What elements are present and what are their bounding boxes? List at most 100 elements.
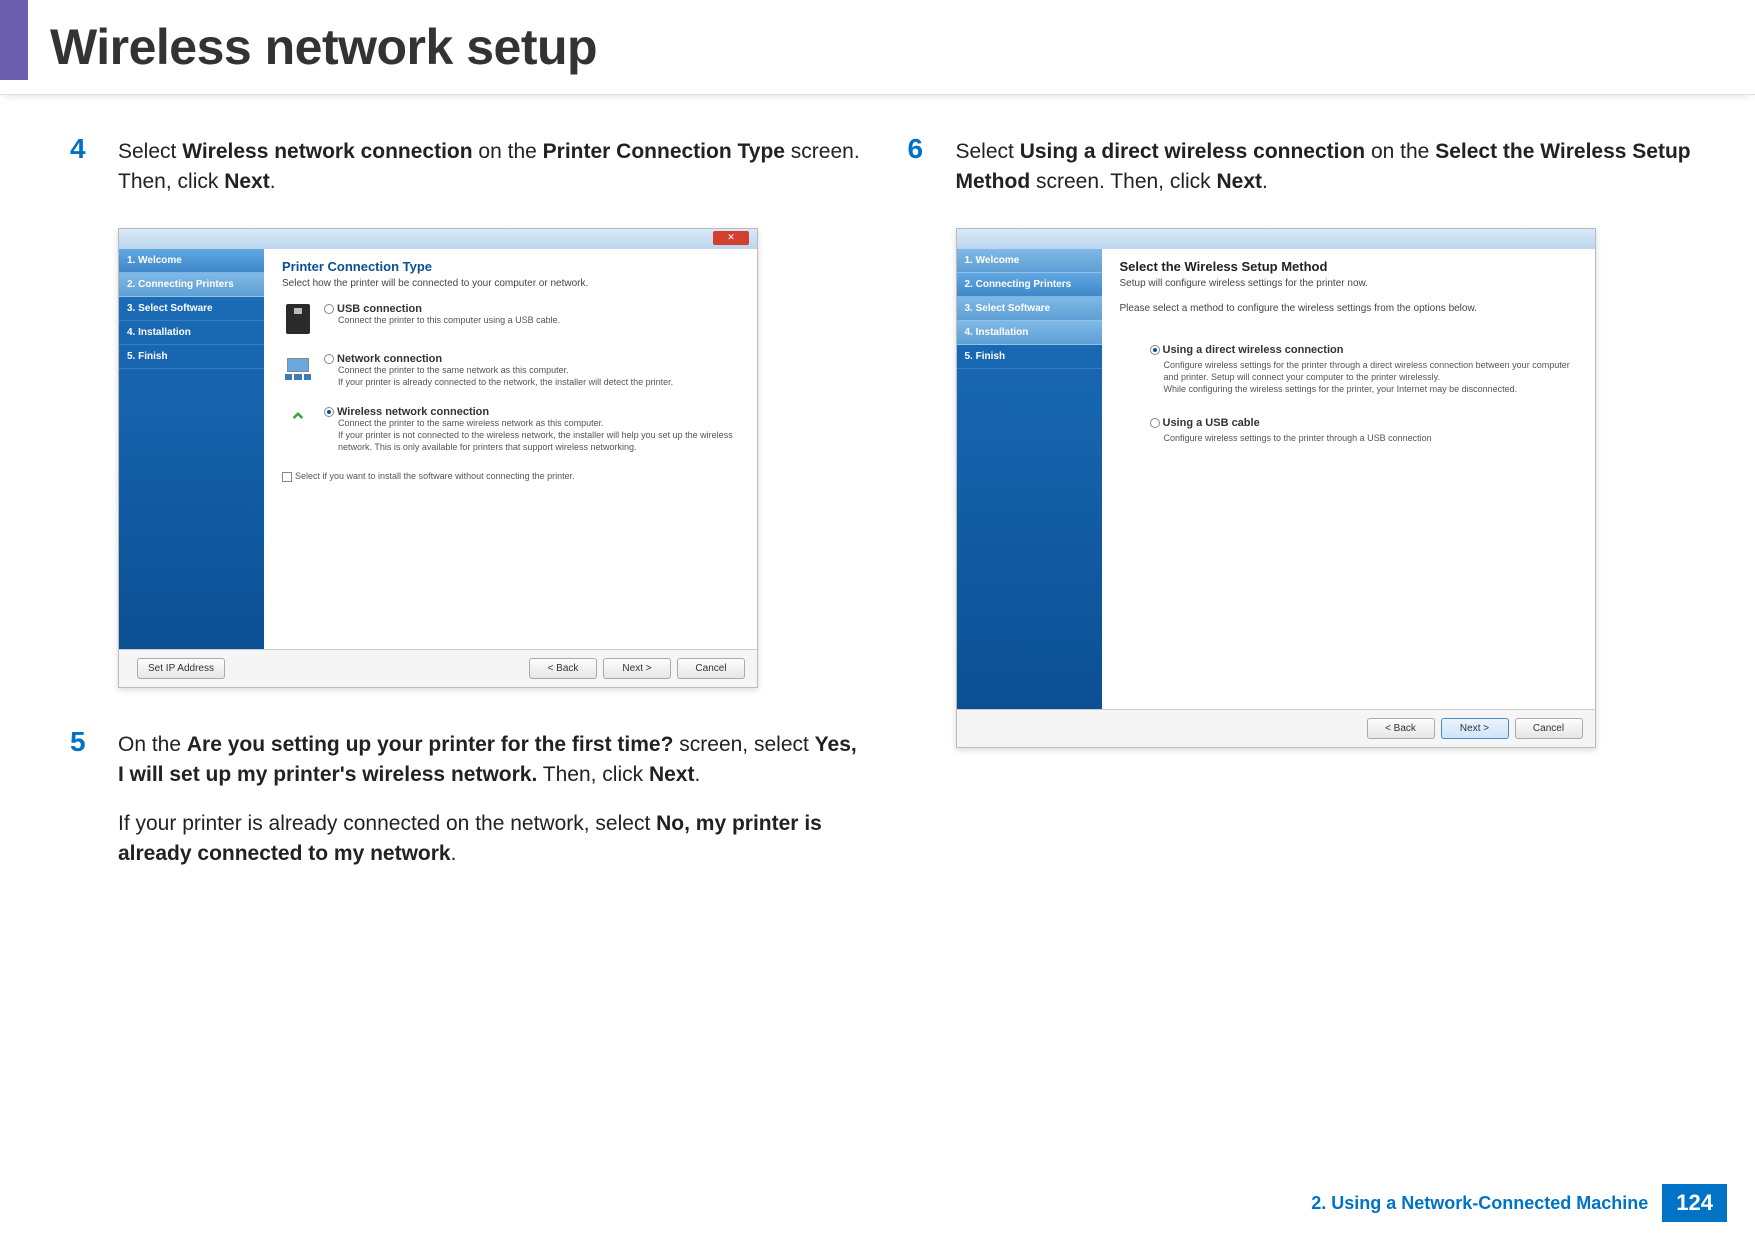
text: If your printer is already connected on … <box>118 812 656 835</box>
option-network-desc: Connect the printer to the same network … <box>324 365 739 388</box>
sidebar-item-connecting: 2. Connecting Printers <box>119 273 264 297</box>
option-direct-title: Using a direct wireless connection <box>1163 344 1344 356</box>
network-icon <box>282 353 314 385</box>
dialog-footer: Set IP Address < Back Next > Cancel <box>119 649 757 687</box>
dialog-body: 1. Welcome 2. Connecting Printers 3. Sel… <box>957 249 1595 709</box>
left-column: 4 Select Wireless network connection on … <box>70 135 868 900</box>
install-without-connect[interactable]: Select if you want to install the softwa… <box>282 471 739 482</box>
text: . <box>1262 170 1268 193</box>
close-icon[interactable]: ✕ <box>713 231 749 245</box>
sidebar-item-connecting: 2. Connecting Printers <box>957 273 1102 297</box>
page-footer: 2. Using a Network-Connected Machine 124 <box>1311 1184 1727 1222</box>
option-wireless[interactable]: ⌃ Wireless network connection Connect th… <box>282 406 739 453</box>
wifi-icon: ⌃ <box>282 406 314 438</box>
dialog-body: 1. Welcome 2. Connecting Printers 3. Sel… <box>119 249 757 649</box>
option-usb[interactable]: USB connection Connect the printer to th… <box>282 303 739 335</box>
dialog-titlebar <box>957 229 1595 249</box>
option-usb-cable[interactable]: Using a USB cable Configure wireless set… <box>1150 417 1577 444</box>
dialog-main: Select the Wireless Setup Method Setup w… <box>1102 249 1595 709</box>
step-6-text: Select Using a direct wireless connectio… <box>956 135 1706 198</box>
dialog-titlebar: ✕ <box>119 229 757 249</box>
next-button[interactable]: Next > <box>603 658 671 679</box>
option-network[interactable]: Network connection Connect the printer t… <box>282 353 739 388</box>
dialog-wireless-setup-method: 1. Welcome 2. Connecting Printers 3. Sel… <box>956 228 1596 748</box>
text: . <box>451 842 457 865</box>
dialog-footer: < Back Next > Cancel <box>957 709 1595 747</box>
step-number: 4 <box>70 135 100 198</box>
radio-wireless[interactable] <box>324 407 334 417</box>
header-accent <box>0 0 28 80</box>
radio-network[interactable] <box>324 354 334 364</box>
radio-direct-wireless[interactable] <box>1150 345 1160 355</box>
sidebar-item-installation: 4. Installation <box>957 321 1102 345</box>
step-5-text: On the Are you setting up your printer f… <box>118 728 868 870</box>
radio-usb-cable[interactable] <box>1150 418 1160 428</box>
option-direct-desc: Configure wireless settings for the prin… <box>1150 359 1577 395</box>
bold: Next <box>649 763 695 786</box>
bold: Next <box>224 170 270 193</box>
dialog-main: Printer Connection Type Select how the p… <box>264 249 757 649</box>
right-column: 6 Select Using a direct wireless connect… <box>908 135 1706 900</box>
dialog-sidebar: 1. Welcome 2. Connecting Printers 3. Sel… <box>119 249 264 649</box>
dialog-sub2: Please select a method to configure the … <box>1120 303 1577 314</box>
sidebar-item-finish: 5. Finish <box>119 345 264 369</box>
checkbox-icon[interactable] <box>282 472 292 482</box>
set-ip-button[interactable]: Set IP Address <box>137 658 225 679</box>
chapter-label: 2. Using a Network-Connected Machine <box>1311 1193 1648 1214</box>
sidebar-item-installation: 4. Installation <box>119 321 264 345</box>
usb-icon <box>282 303 314 335</box>
step-number: 6 <box>908 135 938 198</box>
bold: Are you setting up your printer for the … <box>187 733 674 756</box>
option-wireless-desc: Connect the printer to the same wireless… <box>324 418 739 453</box>
radio-usb[interactable] <box>324 304 334 314</box>
option-usb-title: Using a USB cable <box>1163 417 1260 429</box>
content-columns: 4 Select Wireless network connection on … <box>0 95 1755 900</box>
text: . <box>694 763 700 786</box>
sidebar-item-welcome: 1. Welcome <box>119 249 264 273</box>
dialog-heading: Select the Wireless Setup Method <box>1120 259 1577 274</box>
text: . <box>270 170 276 193</box>
text: screen, select <box>673 733 814 756</box>
page-number: 124 <box>1662 1184 1727 1222</box>
back-button[interactable]: < Back <box>1367 718 1435 739</box>
option-network-title: Network connection <box>337 353 442 365</box>
step-5: 5 On the Are you setting up your printer… <box>70 728 868 870</box>
dialog-heading: Printer Connection Type <box>282 259 739 274</box>
back-button[interactable]: < Back <box>529 658 597 679</box>
step-6: 6 Select Using a direct wireless connect… <box>908 135 1706 198</box>
dialog-subheading: Select how the printer will be connected… <box>282 278 739 289</box>
sidebar-item-software: 3. Select Software <box>957 297 1102 321</box>
bold: Wireless network connection <box>182 140 472 163</box>
dialog-printer-connection-type: ✕ 1. Welcome 2. Connecting Printers 3. S… <box>118 228 758 688</box>
step-4-text: Select Wireless network connection on th… <box>118 135 868 198</box>
text: on the <box>473 140 543 163</box>
step-4: 4 Select Wireless network connection on … <box>70 135 868 198</box>
option-usb-desc: Connect the printer to this computer usi… <box>324 315 739 327</box>
text: Select <box>956 140 1020 163</box>
step-number: 5 <box>70 728 100 870</box>
sidebar-spacer <box>957 369 1102 709</box>
option-direct-wireless[interactable]: Using a direct wireless connection Confi… <box>1150 344 1577 395</box>
option-usb-desc: Configure wireless settings to the print… <box>1150 432 1577 444</box>
cancel-button[interactable]: Cancel <box>677 658 745 679</box>
text: On the <box>118 733 187 756</box>
text: on the <box>1365 140 1435 163</box>
bold: Printer Connection Type <box>543 140 785 163</box>
page-header: Wireless network setup <box>0 0 1755 95</box>
sidebar-item-software: 3. Select Software <box>119 297 264 321</box>
page-title: Wireless network setup <box>50 18 1755 76</box>
sidebar-item-welcome: 1. Welcome <box>957 249 1102 273</box>
bold: Next <box>1217 170 1263 193</box>
option-wireless-title: Wireless network connection <box>337 406 489 418</box>
text: Then, click <box>537 763 649 786</box>
bold: Using a direct wireless connection <box>1020 140 1365 163</box>
next-button[interactable]: Next > <box>1441 718 1509 739</box>
dialog-sidebar: 1. Welcome 2. Connecting Printers 3. Sel… <box>957 249 1102 709</box>
sidebar-spacer <box>119 369 264 649</box>
sidebar-item-finish: 5. Finish <box>957 345 1102 369</box>
option-usb-title: USB connection <box>337 303 422 315</box>
text: screen. Then, click <box>1030 170 1216 193</box>
text: Select <box>118 140 182 163</box>
cancel-button[interactable]: Cancel <box>1515 718 1583 739</box>
dialog-sub1: Setup will configure wireless settings f… <box>1120 278 1577 289</box>
